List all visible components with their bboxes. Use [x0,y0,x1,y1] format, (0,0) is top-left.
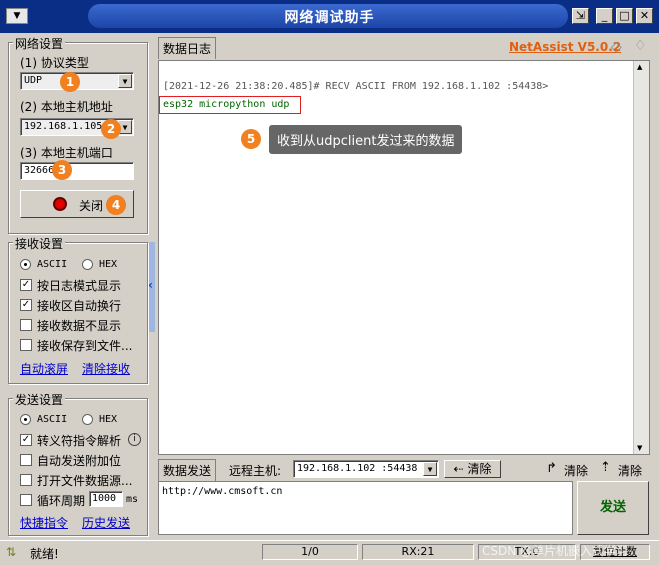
annotation-text: 收到从udpclient发过来的数据 [269,125,463,154]
clear-up-icon[interactable]: ⇡ [600,460,611,475]
remote-host-label: 远程主机: [229,464,282,478]
scroll-up-icon[interactable]: ▲ [637,63,642,71]
recv-opt2-checkbox[interactable]: ✓ [20,299,32,311]
clear-recv-link[interactable]: 清除接收 [82,360,130,377]
title-bar[interactable]: ▼ 网络调试助手 ⇲ _ □ ✕ [0,0,659,33]
remote-clear-button[interactable]: ⇠ 清除 [444,460,501,478]
port-value: 32666 [24,165,55,176]
badge-2: 2 [101,119,121,139]
send-ascii-radio[interactable] [20,414,31,425]
pin-icon[interactable]: ⇲ [572,8,589,24]
minimize-button[interactable]: _ [596,8,613,24]
remote-host-select[interactable]: 192.168.1.102 :54438 ▼ [293,460,439,478]
status-rx: RX:21 [362,544,474,560]
shortcut-link[interactable]: 快捷指令 [20,514,68,531]
panel-splitter[interactable]: ‹ [148,242,155,332]
recv-opt1-checkbox[interactable]: ✓ [20,279,32,291]
maximize-button[interactable]: □ [616,8,633,24]
protocol-value: UDP [24,75,43,86]
recv-ascii-radio[interactable] [20,259,31,270]
cycle-input[interactable]: 1000 [89,491,123,507]
recv-opt4-checkbox[interactable] [20,339,32,351]
send-opt3-label: 打开文件数据源... [37,474,133,488]
tab-data-send[interactable]: 数据发送 [158,459,217,481]
remote-clear-label: 清除 [467,462,492,476]
recv-opt1-label: 按日志模式显示 [37,279,122,293]
clear-left-icon[interactable]: ↱ [546,461,557,476]
badge-3: 3 [52,160,72,180]
badge-1: 1 [60,72,80,92]
send-settings-title: 发送设置 [13,391,66,408]
status-count: 1/0 [262,544,358,560]
send-opt2-checkbox[interactable] [20,454,32,466]
collapse-chevron-icon[interactable]: ‹ [148,278,153,292]
host-label: (2) 本地主机地址 [20,100,113,114]
close-button-label: 关闭 [79,199,104,213]
chevron-down-icon[interactable]: ▼ [118,74,132,88]
brand-link[interactable]: NetAssist V5.0.2 [509,40,621,54]
cycle-unit: ms [126,494,139,505]
host-value: 192.168.1.105 [24,121,103,132]
send-opt4-checkbox[interactable] [20,494,32,506]
log-line-header: [2021-12-26 21:38:20.485]# RECV ASCII FR… [163,81,549,92]
send-ascii-label: ASCII [37,414,68,425]
arrow-left-icon: ⇠ [453,462,464,476]
status-icon: ⇅ [6,545,17,559]
send-hex-label: HEX [99,414,118,425]
recv-hex-radio[interactable] [82,259,93,270]
remote-host-value: 192.168.1.102 :54438 [297,463,418,474]
recv-opt2-label: 接收区自动换行 [37,299,122,313]
port-input[interactable]: 32666 [20,162,134,180]
send-opt3-checkbox[interactable] [20,474,32,486]
send-input-value: http://www.cmsoft.cn [162,486,283,497]
log-line-data: esp32 micropython udp [163,99,290,110]
send-opt1-label: 转义符指令解析 [37,434,122,448]
tab-data-log[interactable]: 数据日志 [158,37,217,59]
log-view[interactable]: [2021-12-26 21:38:20.485]# RECV ASCII FR… [158,60,650,455]
watermark: CSDN @单片机嵌入式学习 [482,544,629,558]
recv-settings-title: 接收设置 [13,235,66,252]
send-opt4-label: 循环周期 [37,494,86,508]
recv-hex-label: HEX [99,259,118,270]
send-hex-radio[interactable] [82,414,93,425]
net-settings-title: 网络设置 [13,35,66,52]
bell-icon[interactable]: ♢ [634,38,647,54]
recv-opt3-label: 接收数据不显示 [37,319,122,333]
status-led-icon [53,197,67,211]
chevron-down-icon[interactable]: ▼ [423,462,437,476]
diamond-icon[interactable]: ◇ [611,39,622,55]
send-input[interactable]: http://www.cmsoft.cn [158,481,573,535]
recv-opt3-checkbox[interactable] [20,319,32,331]
badge-4: 4 [106,195,126,215]
close-window-button[interactable]: ✕ [636,8,653,24]
port-label: (3) 本地主机端口 [20,146,113,160]
badge-5: 5 [241,129,261,149]
info-icon[interactable]: i [128,433,141,446]
send-opt2-label: 自动发送附加位 [37,454,122,468]
scroll-down-icon[interactable]: ▼ [637,444,642,452]
send-button[interactable]: 发送 [577,481,649,535]
history-link[interactable]: 历史发送 [82,514,130,531]
protocol-label: (1) 协议类型 [20,56,89,70]
log-scrollbar[interactable]: ▲ ▼ [633,61,649,454]
autoscroll-link[interactable]: 自动滚屏 [20,360,68,377]
recv-opt4-label: 接收保存到文件... [37,339,133,353]
send-button-label: 发送 [599,500,626,515]
clear1-label[interactable]: 清除 [564,462,588,479]
window-title: 网络调试助手 [284,10,375,26]
cycle-value: 1000 [92,493,117,504]
send-opt1-checkbox[interactable]: ✓ [20,434,32,446]
status-text: 就绪! [30,547,59,561]
recv-ascii-label: ASCII [37,259,68,270]
clear2-label[interactable]: 清除 [618,462,642,479]
